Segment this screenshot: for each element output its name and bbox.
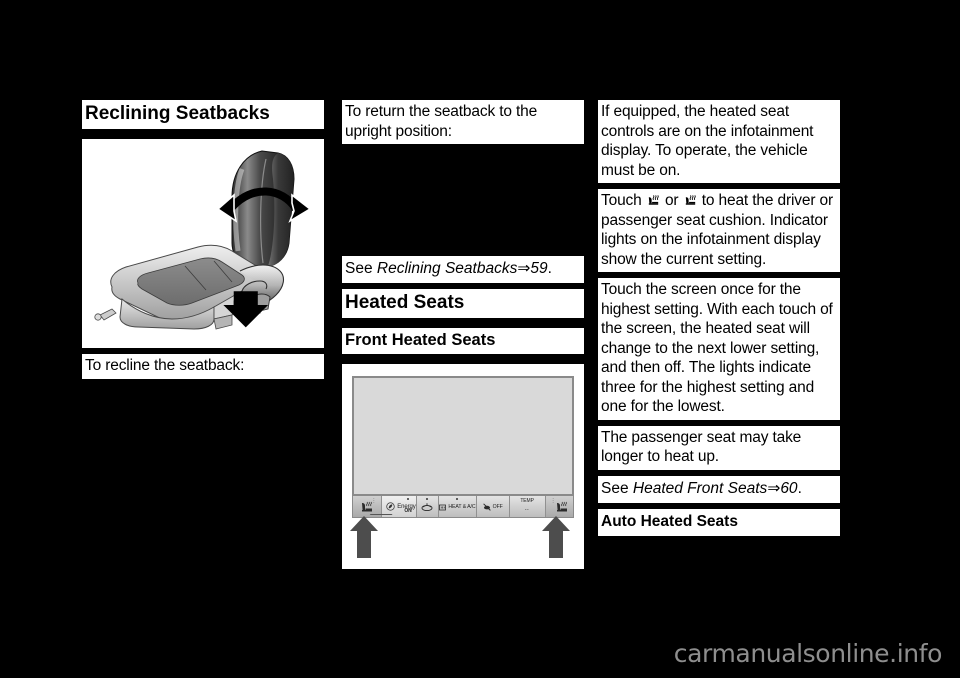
heated-seat-icon — [685, 195, 696, 205]
reclining-seatback-illustration — [82, 139, 324, 348]
heat-indicator-dot — [456, 498, 459, 500]
heated-seat-controls-text: If equipped, the heated seat controls ar… — [601, 103, 814, 179]
touch-to-heat-text: Touch or to heat the driver or passenger… — [601, 191, 837, 269]
recline-caption-text: To recline the seatback: — [85, 357, 245, 374]
fan-off-icon — [482, 502, 491, 511]
xref-arrow-icon: ⇒ — [767, 479, 781, 497]
energy-status: ON — [404, 508, 412, 514]
energy-indicator-dot — [406, 498, 409, 500]
xref-prefix: See — [601, 479, 633, 497]
xref-title: Reclining Seatbacks — [376, 260, 518, 277]
touch-to-heat-paragraph: Touch or to heat the driver or passenger… — [598, 189, 840, 272]
xref-arrow-icon: ⇒ — [517, 260, 531, 277]
xref-suffix: . — [797, 479, 802, 497]
energy-button[interactable]: Energy ON — [369, 496, 417, 517]
passenger-seat-paragraph: The passenger seat may take longer to he… — [598, 425, 840, 470]
xref-title: Heated Front Seats — [632, 479, 768, 497]
touch-settings-text: Touch the screen once for the highest se… — [601, 281, 833, 415]
fan-button[interactable] — [416, 496, 440, 517]
touch-settings-paragraph: Touch the screen once for the highest se… — [598, 278, 840, 420]
xref-page: 59 — [530, 260, 548, 277]
upright-position-text: To return the seatback to the upright po… — [345, 103, 538, 140]
driver-seat-indicator-dots: ⋮ — [371, 498, 377, 504]
passenger-seat-text: The passenger seat may take longer to he… — [601, 428, 802, 466]
fan-indicator-dot — [426, 498, 429, 500]
manual-page: Reclining Seatbacks To recline the seatb… — [0, 0, 960, 678]
passenger-heated-seat-button[interactable]: ⋮ — [545, 496, 573, 517]
xref-suffix: . — [547, 260, 552, 277]
upright-position-paragraph: To return the seatback to the upright po… — [342, 100, 584, 144]
heated-seat-controls-paragraph: If equipped, the heated seat controls ar… — [598, 100, 840, 183]
touch-part-2: or — [660, 192, 683, 209]
infotainment-figure: ⋮ Energy ON HEAT & A/C OFF TEMP -- ⋮ — [342, 364, 584, 569]
left-column: Reclining Seatbacks To recline the seatb… — [82, 100, 324, 385]
defrost-icon — [439, 504, 447, 510]
recline-caption: To recline the seatback: — [82, 354, 324, 379]
reclining-seatback-figure — [82, 139, 324, 348]
right-column: If equipped, the heated seat controls ar… — [598, 100, 840, 542]
touch-part-1: Touch — [601, 192, 646, 209]
xref-reclining-seatbacks: See Reclining Seatbacks⇒59. — [342, 256, 584, 283]
infotainment-screen — [352, 376, 574, 496]
heated-seat-icon — [648, 195, 659, 205]
xref-prefix: See — [345, 260, 377, 277]
section-title-heated-seats: Heated Seats — [342, 289, 584, 321]
heat-and-ac-label: HEAT & A/C — [448, 503, 476, 510]
heat-and-ac-button[interactable]: HEAT & A/C — [439, 496, 477, 517]
temp-button[interactable]: TEMP -- — [509, 496, 546, 517]
fan-icon — [421, 503, 433, 511]
climate-button-bar: ⋮ Energy ON HEAT & A/C OFF TEMP -- ⋮ — [352, 496, 574, 518]
heated-seat-icon — [557, 501, 568, 511]
passenger-seat-indicator-dots: ⋮ — [550, 498, 556, 504]
subsection-title-auto-heated-seats: Auto Heated Seats — [598, 508, 840, 536]
page-title-reclining-seatbacks: Reclining Seatbacks — [82, 100, 324, 132]
site-watermark: carmanualsonline.info — [673, 639, 943, 668]
xref-page: 60 — [780, 479, 798, 497]
subsection-title-front-heated-seats: Front Heated Seats — [342, 328, 584, 357]
figure-gap — [342, 150, 584, 256]
xref-heated-front-seats: See Heated Front Seats⇒60. — [598, 475, 840, 503]
passenger-seat-callout-arrow-icon — [542, 516, 570, 558]
temp-label: TEMP — [520, 498, 534, 504]
middle-column: To return the seatback to the upright po… — [342, 100, 584, 575]
driver-seat-callout-arrow-icon — [350, 516, 378, 558]
off-button[interactable]: OFF — [476, 496, 510, 517]
temp-value: -- — [524, 507, 530, 513]
off-label: OFF — [492, 503, 503, 510]
